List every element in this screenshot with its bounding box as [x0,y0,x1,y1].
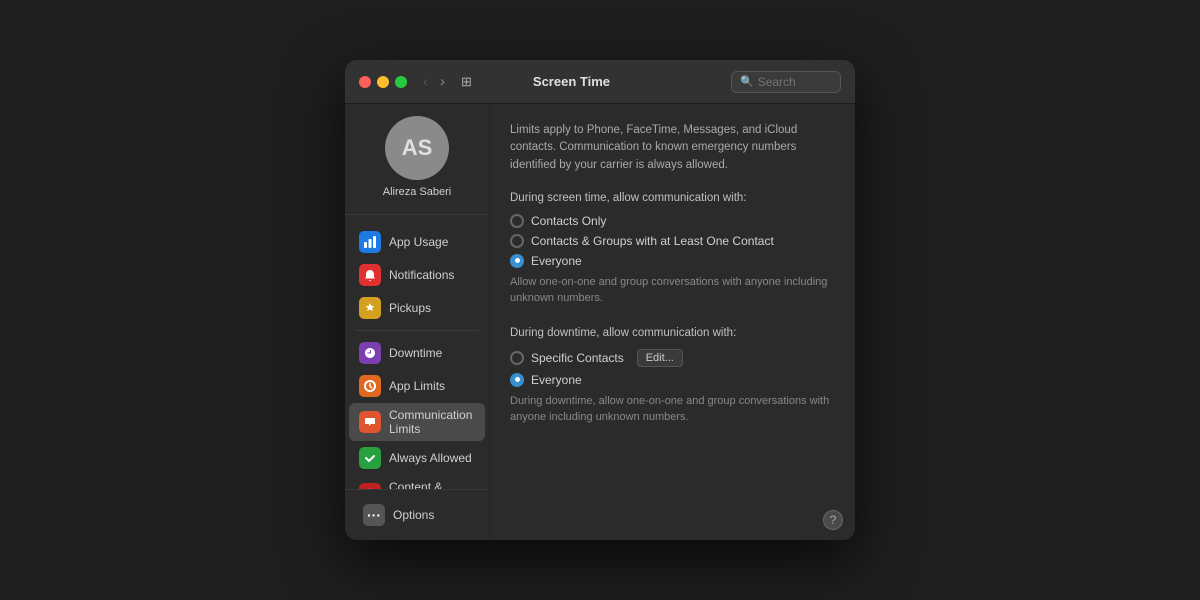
radio-everyone-screen[interactable]: Everyone [510,254,835,268]
notifications-label: Notifications [389,268,454,282]
always-allowed-label: Always Allowed [389,451,472,465]
divider-1 [355,330,479,331]
info-text: Limits apply to Phone, FaceTime, Message… [510,122,835,174]
downtime-label: During downtime, allow communication wit… [510,327,835,339]
search-input[interactable] [758,75,838,89]
titlebar: ‹ › ⊞ Screen Time 🔍 [345,60,855,104]
radio-contacts-only[interactable]: Contacts Only [510,214,835,228]
radio-everyone-down-indicator[interactable] [510,373,524,387]
app-limits-label: App Limits [389,379,445,393]
pickups-icon [359,297,381,319]
downtime-icon [359,342,381,364]
sidebar: AS Alireza Saberi App Usage [345,104,490,540]
minimize-button[interactable] [377,76,389,88]
options-label: Options [393,508,434,522]
radio-everyone-down-label: Everyone [531,373,582,387]
radio-contacts-groups-label: Contacts & Groups with at Least One Cont… [531,234,774,248]
communication-limits-label: Communication Limits [389,408,475,436]
sidebar-item-downtime[interactable]: Downtime [349,337,485,369]
screen-time-sub-text: Allow one-on-one and group conversations… [510,274,835,307]
sidebar-item-pickups[interactable]: Pickups [349,292,485,324]
main-content: Limits apply to Phone, FaceTime, Message… [490,104,855,540]
radio-contacts-groups-indicator[interactable] [510,234,524,248]
search-icon: 🔍 [740,75,754,88]
content-area: AS Alireza Saberi App Usage [345,104,855,540]
avatar-section: AS Alireza Saberi [345,116,489,215]
edit-button[interactable]: Edit... [637,349,683,367]
downtime-label: Downtime [389,346,442,360]
sidebar-item-communication-limits[interactable]: Communication Limits [349,403,485,441]
avatar: AS [385,116,449,180]
radio-contacts-only-label: Contacts Only [531,214,606,228]
sidebar-item-always-allowed[interactable]: Always Allowed [349,442,485,474]
options-section: ··· Options [345,489,489,540]
pickups-label: Pickups [389,301,431,315]
app-usage-label: App Usage [389,235,448,249]
nav-list: App Usage Notifications [345,221,489,489]
radio-specific-contacts-indicator[interactable] [510,351,524,365]
radio-contacts-groups[interactable]: Contacts & Groups with at Least One Cont… [510,234,835,248]
downtime-sub-text: During downtime, allow one-on-one and gr… [510,393,835,426]
sidebar-item-app-usage[interactable]: App Usage [349,226,485,258]
sidebar-item-content-privacy[interactable]: Content & Privacy [349,475,485,489]
screen-time-section: During screen time, allow communication … [510,192,835,307]
always-allowed-icon [359,447,381,469]
help-button[interactable]: ? [823,510,843,530]
traffic-lights [359,76,407,88]
radio-everyone-screen-label: Everyone [531,254,582,268]
downtime-section: During downtime, allow communication wit… [510,327,835,426]
close-button[interactable] [359,76,371,88]
sidebar-item-notifications[interactable]: Notifications [349,259,485,291]
window-title: Screen Time [420,74,723,89]
options-icon: ··· [363,504,385,526]
search-bar[interactable]: 🔍 [731,71,841,93]
content-privacy-label: Content & Privacy [389,480,475,489]
sidebar-item-options[interactable]: ··· Options [353,499,481,531]
sidebar-item-app-limits[interactable]: App Limits [349,370,485,402]
avatar-name: Alireza Saberi [383,186,451,198]
app-limits-icon [359,375,381,397]
radio-specific-contacts[interactable]: Specific Contacts Edit... [510,349,835,367]
radio-specific-contacts-label: Specific Contacts [531,351,624,365]
radio-everyone-down[interactable]: Everyone [510,373,835,387]
avatar-initials: AS [402,135,433,161]
app-window: ‹ › ⊞ Screen Time 🔍 AS Alireza Saberi [345,60,855,540]
communication-limits-icon [359,411,381,433]
maximize-button[interactable] [395,76,407,88]
screen-time-label: During screen time, allow communication … [510,192,835,204]
app-usage-icon [359,231,381,253]
radio-everyone-screen-indicator[interactable] [510,254,524,268]
notifications-icon [359,264,381,286]
radio-contacts-only-indicator[interactable] [510,214,524,228]
